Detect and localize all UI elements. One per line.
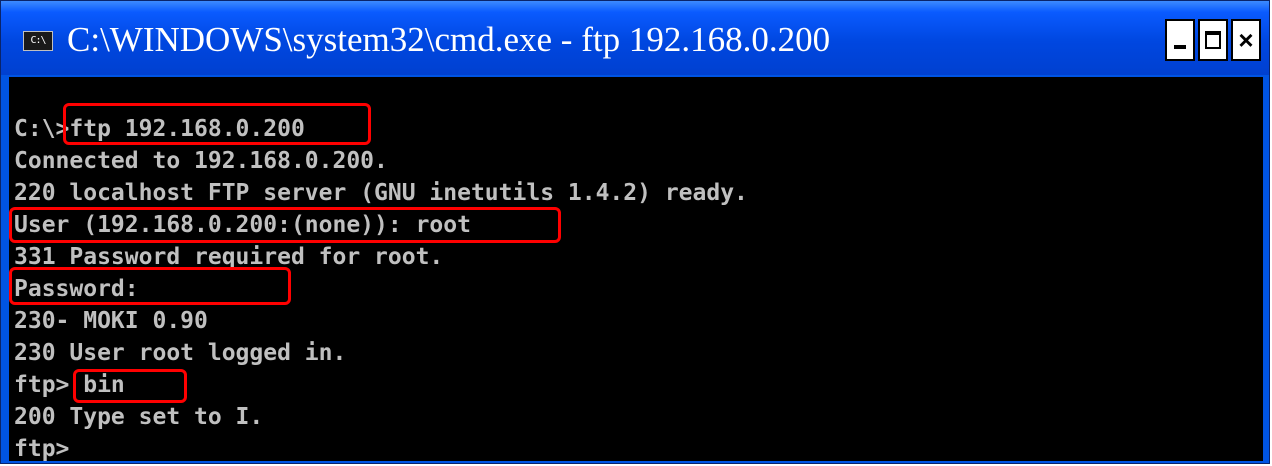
maximize-icon: [1205, 31, 1221, 49]
cmd-console-icon[interactable]: C:\: [23, 31, 53, 51]
console-output[interactable]: C:\>ftp 192.168.0.200 Connected to 192.1…: [9, 77, 1263, 461]
title-bar[interactable]: C:\ C:\WINDOWS\system32\cmd.exe - ftp 19…: [1, 1, 1269, 75]
window-title: C:\WINDOWS\system32\cmd.exe - ftp 192.16…: [67, 20, 831, 59]
console-line-password-prompt: Password:: [14, 276, 139, 302]
console-line-user-prompt: User (192.168.0.200:(none)): root: [14, 212, 471, 238]
console-line-logged-in: 230 User root logged in.: [14, 340, 347, 366]
console-line-connected: Connected to 192.168.0.200.: [14, 148, 388, 174]
console-line-type-set: 200 Type set to I.: [14, 404, 264, 430]
cmd-window: C:\ C:\WINDOWS\system32\cmd.exe - ftp 19…: [0, 0, 1270, 464]
close-icon: ×: [1238, 24, 1254, 55]
console-line-ftp-command: C:\>ftp 192.168.0.200: [14, 116, 305, 142]
console-line-banner: 230- MOKI 0.90: [14, 308, 208, 334]
console-line-bin-command: ftp> bin: [14, 372, 125, 398]
console-line-ftp-prompt[interactable]: ftp>: [14, 435, 69, 461]
close-button[interactable]: ×: [1231, 19, 1261, 61]
console-line-password-required: 331 Password required for root.: [14, 244, 444, 270]
minimize-button[interactable]: [1165, 19, 1195, 61]
maximize-button[interactable]: [1198, 19, 1228, 61]
console-line-server-ready: 220 localhost FTP server (GNU inetutils …: [14, 180, 748, 206]
minimize-icon: [1174, 45, 1186, 49]
